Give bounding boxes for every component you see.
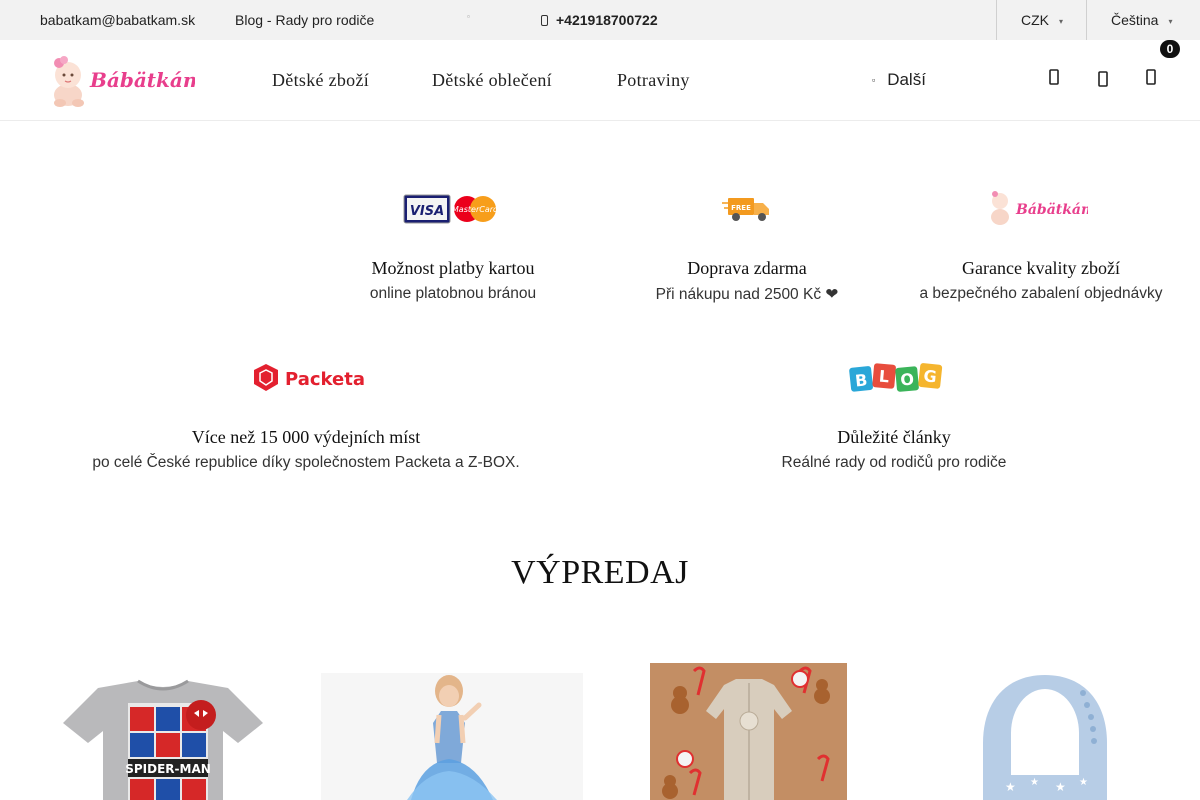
nav-item-potraviny[interactable]: Potraviny — [617, 70, 690, 91]
menu-dots-icon: ▫ — [872, 75, 876, 85]
free-badge-text: FREE — [731, 204, 751, 212]
nav-item-detske-obleceni[interactable]: Dětské oblečení — [432, 70, 552, 91]
benefit-subtitle: a bezpečného zabalení objednávky — [919, 285, 1163, 302]
contact-email-link[interactable]: babatkam@babatkam.sk — [40, 12, 195, 28]
blog-letter-o: O — [900, 370, 915, 390]
product-card-sleepsuit[interactable] — [650, 663, 847, 800]
benefit-title: Důležité články — [837, 427, 951, 447]
svg-text:Bábätkám: Bábätkám — [89, 68, 195, 92]
blog-letter-l: L — [878, 367, 890, 387]
free-delivery-truck-icon: FREE — [722, 195, 772, 228]
separator-dot-icon: ▫ — [467, 12, 470, 21]
svg-text:★: ★ — [1005, 780, 1016, 794]
language-label: Čeština — [1111, 12, 1159, 28]
blog-logo-icon: B L O G — [848, 361, 944, 400]
svg-text:MasterCard: MasterCard — [452, 205, 499, 214]
user-icon[interactable] — [1094, 68, 1114, 90]
benefit-title: Garance kvality zboží — [962, 258, 1120, 278]
quality-logo-text: Bábätkám — [1015, 202, 1088, 218]
product-card-tutu-dress[interactable] — [321, 663, 583, 800]
benefit-pickup-points: Více než 15 000 výdejních míst po celé Č… — [56, 427, 556, 472]
tshirt-print-text: SPIDER-MAN — [125, 762, 211, 776]
benefit-title: Více než 15 000 výdejních míst — [191, 427, 421, 447]
sale-section-title: VÝPREDAJ — [511, 554, 689, 591]
site-logo[interactable]: Bábätkám — [50, 51, 204, 109]
cart-icon[interactable] — [1142, 68, 1162, 90]
benefit-free-delivery: Doprava zdarma Při nákupu nad 2500 Kč ❤ — [597, 258, 897, 304]
search-icon[interactable] — [1045, 68, 1065, 90]
product-card-silicone-bib[interactable]: ★ ★ ★ ★ — [975, 663, 1115, 800]
benefit-card-payment: Možnost platby kartou online platobnou b… — [303, 258, 603, 303]
benefit-articles[interactable]: Důležité články Reálné rady od rodičů pr… — [644, 427, 1144, 472]
packeta-logo-icon: Packeta — [252, 362, 365, 399]
phone-icon — [541, 15, 548, 26]
currency-label: CZK — [1021, 12, 1049, 28]
nav-more-label: Další — [887, 70, 926, 89]
chevron-down-icon: ▾ — [1168, 17, 1173, 26]
svg-text:★: ★ — [1030, 777, 1039, 788]
packeta-logo-text: Packeta — [285, 369, 364, 390]
blog-letter-g: G — [923, 366, 938, 386]
chevron-down-icon: ▾ — [1059, 17, 1064, 26]
top-bar: babatkam@babatkam.sk Blog - Rady pro rod… — [0, 0, 1200, 40]
benefit-subtitle: po celé České republice díky společnoste… — [92, 454, 520, 471]
visa-mastercard-icon: VISA MasterCard — [403, 193, 501, 230]
benefit-subtitle: Při nákupu nad 2500 Kč ❤ — [655, 286, 839, 303]
benefit-title: Možnost platby kartou — [371, 258, 535, 278]
cart-count-badge: 0 — [1160, 40, 1180, 58]
benefit-subtitle: online platobnou bránou — [369, 285, 537, 302]
benefit-title: Doprava zdarma — [687, 258, 807, 278]
benefit-quality-guarantee: Garance kvality zboží a bezpečného zabal… — [891, 258, 1191, 303]
svg-text:★: ★ — [1055, 780, 1066, 794]
phone-link[interactable]: +421918700722 — [541, 12, 658, 28]
svg-text:★: ★ — [1079, 777, 1088, 788]
benefit-subtitle: Reálné rady od rodičů pro rodiče — [781, 454, 1007, 471]
nav-item-detske-zbozi[interactable]: Dětské zboží — [272, 70, 369, 91]
svg-text:VISA: VISA — [410, 204, 444, 219]
currency-selector[interactable]: CZK ▾ — [996, 0, 1086, 40]
nav-more-button[interactable]: ▫ Další — [872, 70, 926, 90]
babatkam-logo-icon: Bábätkám — [988, 187, 1096, 234]
blog-link[interactable]: Blog - Rady pro rodiče — [235, 12, 374, 28]
main-header: Bábätkám Dětské zboží Dětské oblečení Po… — [0, 40, 1200, 121]
blog-letter-b: B — [854, 370, 868, 390]
language-selector[interactable]: Čeština ▾ — [1086, 0, 1200, 40]
phone-number: +421918700722 — [556, 12, 658, 28]
product-card-spiderman-tshirt[interactable]: SPIDER-MAN — [58, 663, 268, 800]
